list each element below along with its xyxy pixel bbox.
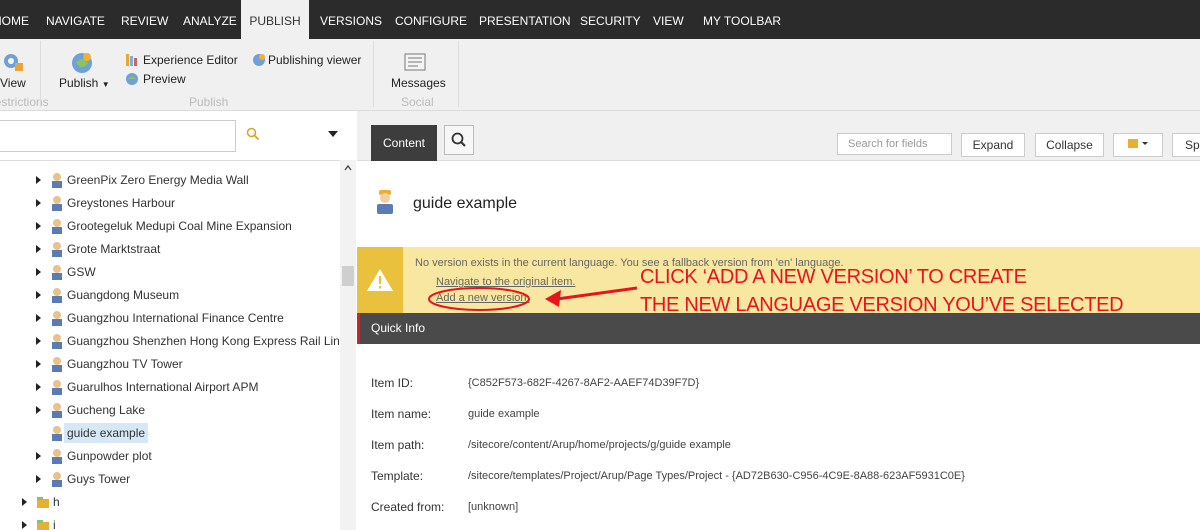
person-icon — [52, 265, 62, 280]
chevron-down-icon[interactable] — [328, 131, 338, 137]
expand-arrow-icon[interactable] — [36, 475, 41, 483]
person-icon — [52, 196, 62, 211]
editor-toolbar: Content Search for fields Expand Collaps… — [357, 111, 1200, 161]
quick-info-header[interactable]: Quick Info — [357, 313, 1200, 344]
person-icon — [52, 426, 62, 441]
publish-dropdown-button[interactable]: Publish ▼ — [59, 76, 110, 90]
content-editor-pane: Content Search for fields Expand Collaps… — [357, 111, 1200, 530]
annotation-ellipse-arrow — [428, 286, 638, 311]
person-icon — [52, 311, 62, 326]
ribbon-divider — [40, 41, 41, 107]
warning-icon — [367, 269, 393, 291]
person-icon — [52, 403, 62, 418]
ribbon: View Restrictions Publish ▼ Experience E… — [0, 39, 1200, 111]
tree-divider — [0, 160, 356, 161]
folder-icon — [37, 497, 49, 508]
expand-arrow-icon[interactable] — [36, 222, 41, 230]
tab-publish[interactable]: PUBLISH — [241, 0, 309, 39]
item-path-label: Item path: — [371, 438, 425, 452]
created-from-value: [unknown] — [468, 501, 519, 513]
view-restrictions-icon[interactable] — [2, 51, 24, 76]
collapse-button[interactable]: Collapse — [1035, 133, 1104, 157]
search-fields-input[interactable]: Search for fields — [837, 133, 952, 155]
publish-group-label: Publish — [189, 95, 229, 109]
search-icon[interactable] — [246, 127, 260, 144]
expand-arrow-icon[interactable] — [36, 291, 41, 299]
view-options-button[interactable] — [1113, 133, 1163, 157]
warning-icon-box — [357, 247, 403, 313]
person-icon — [52, 380, 62, 395]
search-icon — [451, 132, 466, 147]
expand-arrow-icon[interactable] — [36, 337, 41, 345]
item-id-label: Item ID: — [371, 376, 414, 390]
publishing-viewer-icon — [252, 53, 266, 70]
scroll-up-icon[interactable] — [344, 164, 352, 172]
content-tree-pane: GreenPix Zero Energy Media Wall Greyston… — [0, 111, 356, 530]
item-title: guide example — [413, 195, 518, 212]
expand-arrow-icon[interactable] — [36, 452, 41, 460]
tab-analyze[interactable]: ANALYZE — [183, 0, 237, 39]
scrollbar-thumb[interactable] — [342, 266, 354, 286]
ribbon-divider — [458, 41, 459, 107]
tab-versions[interactable]: VERSIONS — [320, 0, 382, 39]
template-value: /sitecore/templates/Project/Arup/Page Ty… — [468, 470, 965, 482]
publishing-viewer-button[interactable]: Publishing viewer — [268, 53, 361, 67]
expand-arrow-icon[interactable] — [36, 406, 41, 414]
expand-arrow-icon[interactable] — [36, 268, 41, 276]
tree-search-input[interactable] — [0, 120, 236, 152]
view-button[interactable]: View — [0, 76, 26, 90]
experience-editor-icon — [125, 53, 139, 70]
person-icon — [52, 449, 62, 464]
template-label: Template: — [371, 469, 424, 483]
created-from-label: Created from: — [371, 500, 445, 514]
person-icon — [52, 242, 62, 257]
tab-review[interactable]: REVIEW — [121, 0, 168, 39]
folder-icon — [37, 520, 49, 530]
tab-navigate[interactable]: NAVIGATE — [46, 0, 105, 39]
item-path-value: /sitecore/content/Arup/home/projects/g/g… — [468, 439, 731, 451]
preview-button[interactable]: Preview — [143, 72, 186, 86]
person-icon — [52, 357, 62, 372]
tab-home[interactable]: HOME — [0, 0, 29, 39]
annotation-text-line1: CLICK ‘ADD A NEW VERSION’ TO CREATE — [640, 266, 1027, 288]
tab-content[interactable]: Content — [371, 125, 437, 161]
tab-presentation[interactable]: PRESENTATION — [479, 0, 571, 39]
preview-icon — [125, 72, 139, 89]
ribbon-divider — [373, 41, 374, 107]
messages-icon[interactable] — [404, 52, 426, 75]
person-icon — [52, 173, 62, 188]
expand-arrow-icon[interactable] — [36, 314, 41, 322]
tab-security[interactable]: SECURITY — [580, 0, 641, 39]
expand-arrow-icon[interactable] — [36, 383, 41, 391]
expand-button[interactable]: Expand — [961, 133, 1025, 157]
person-icon — [52, 334, 62, 349]
search-button[interactable] — [444, 125, 474, 155]
person-icon — [52, 472, 62, 487]
item-name-value: guide example — [468, 408, 540, 420]
item-name-label: Item name: — [371, 407, 432, 421]
tab-configure[interactable]: CONFIGURE — [395, 0, 467, 39]
publish-icon[interactable] — [70, 51, 94, 78]
expand-arrow-icon[interactable] — [36, 176, 41, 184]
person-icon — [52, 219, 62, 234]
item-id-value: {C852F573-682F-4267-8AF2-AAEF74D39F7D} — [468, 377, 700, 389]
expand-arrow-icon[interactable] — [22, 521, 27, 529]
experience-editor-button[interactable]: Experience Editor — [143, 53, 238, 67]
top-navigation-bar: HOME NAVIGATE REVIEW ANALYZE PUBLISH VER… — [0, 0, 1200, 39]
person-icon — [52, 288, 62, 303]
expand-arrow-icon[interactable] — [22, 498, 27, 506]
messages-button[interactable]: Messages — [391, 76, 446, 90]
expand-arrow-icon[interactable] — [36, 199, 41, 207]
chevron-down-icon: ▼ — [101, 80, 110, 89]
social-group-label: Social — [401, 95, 434, 109]
item-person-icon — [374, 189, 396, 218]
spell-check-button[interactable]: Sp — [1172, 133, 1200, 157]
expand-arrow-icon[interactable] — [36, 360, 41, 368]
tab-view[interactable]: VIEW — [653, 0, 684, 39]
tab-my-toolbar[interactable]: MY TOOLBAR — [703, 0, 781, 39]
view-options-icon — [1128, 139, 1148, 148]
restrictions-group-label: Restrictions — [0, 95, 49, 109]
tree-scrollbar[interactable] — [340, 160, 356, 530]
expand-arrow-icon[interactable] — [36, 245, 41, 253]
